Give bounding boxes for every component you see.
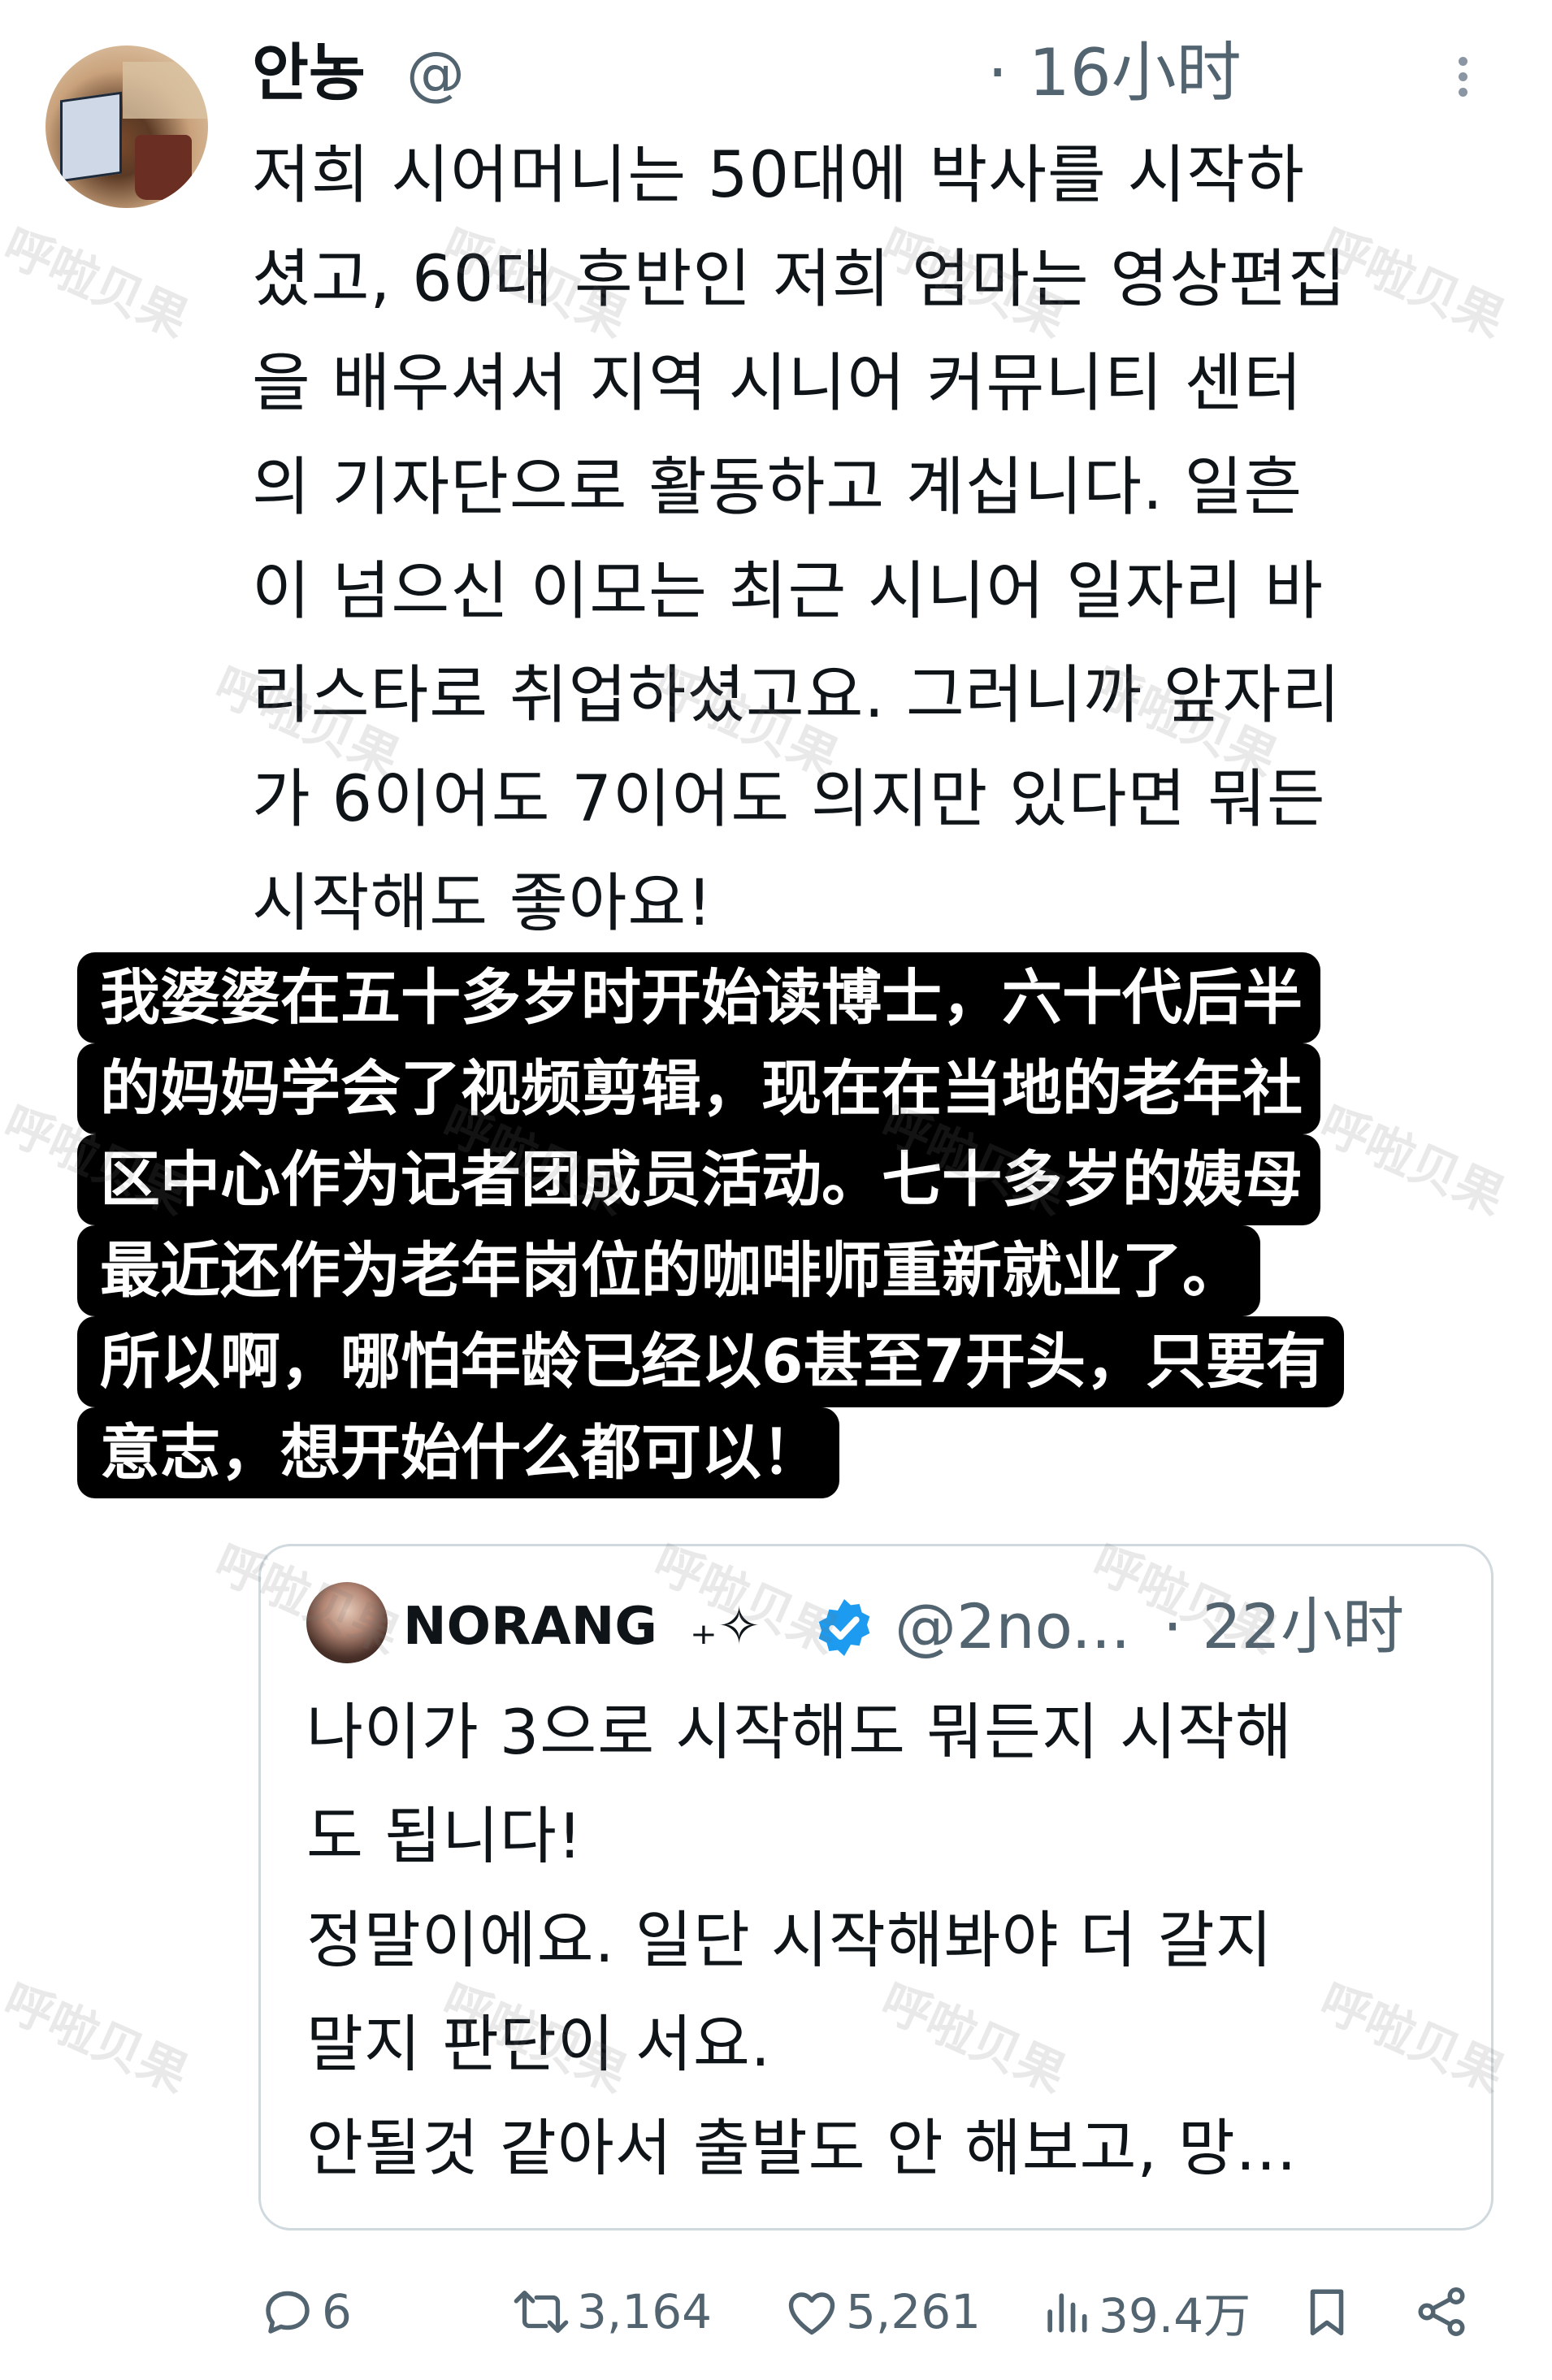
avatar-bg-cup — [135, 135, 192, 200]
bookmark-button[interactable] — [1298, 2267, 1355, 2356]
quoted-tweet[interactable]: NORANG ₊✧ @2no... · 22小时 나이가 3으로 시작해도 뭐든… — [258, 1544, 1493, 2230]
avatar-bg-screen — [60, 91, 122, 183]
caption-line: 最近还作为老年岗位的咖啡师重新就业了。 — [77, 1225, 1260, 1316]
caption-line: 意志，想开始什么都可以！ — [77, 1407, 839, 1498]
retweet-count: 3,164 — [577, 2284, 713, 2339]
bookmark-icon — [1310, 2289, 1344, 2336]
quoted-author-handle: @2no... — [895, 1590, 1131, 1663]
watermark: 呼啦贝果 — [0, 1972, 197, 2105]
retweet-button[interactable]: 3,164 — [510, 2267, 712, 2356]
quoted-tweet-text: 나이가 3으로 시작해도 뭐든지 시작해 도 됩니다! 정말이에요. 일단 시작… — [306, 1696, 1298, 2184]
tweet-text: 저희 시어머니는 50대에 박사를 시작하 셨고, 60대 후반인 저희 엄마는… — [252, 139, 1347, 940]
like-button[interactable]: 5,261 — [783, 2267, 981, 2356]
views-chart-icon — [1047, 2293, 1087, 2333]
views-button[interactable]: 39.4万 — [1038, 2267, 1251, 2356]
more-options-icon[interactable] — [1454, 57, 1471, 106]
verified-badge-icon — [818, 1599, 870, 1656]
quoted-author-name-suffix: ₊✧ — [690, 1597, 761, 1657]
caption-line: 区中心作为记者团成员活动。七十多岁的姨母 — [77, 1134, 1320, 1225]
caption-line: 我婆婆在五十多岁时开始读博士，六十代后半 — [77, 952, 1320, 1043]
avatar-bg-shelf — [123, 62, 208, 119]
author-handle[interactable]: @ — [406, 33, 465, 114]
quoted-author-name: NORANG — [403, 1597, 657, 1657]
share-button[interactable] — [1412, 2267, 1471, 2356]
author-avatar[interactable] — [46, 46, 208, 208]
retweet-icon — [514, 2290, 569, 2334]
author-name[interactable]: 안농 — [252, 33, 366, 114]
views-count: 39.4万 — [1099, 2288, 1251, 2343]
tweet-actions: 6 3,164 5,261 39.4万 — [258, 2267, 1493, 2356]
quoted-tweet-time: · 22小时 — [1163, 1590, 1405, 1663]
reply-icon — [266, 2291, 310, 2334]
tweet-time[interactable]: · 16小时 — [987, 33, 1242, 114]
quoted-author-avatar[interactable] — [306, 1582, 388, 1663]
like-count: 5,261 — [846, 2284, 982, 2339]
reply-count: 6 — [322, 2284, 352, 2339]
tweet-header: 안농 @ · 16小时 — [252, 33, 1519, 114]
caption-line: 的妈妈学会了视频剪辑，现在在当地的老年社 — [77, 1043, 1320, 1134]
translation-caption: 我婆婆在五十多岁时开始读博士，六十代后半 的妈妈学会了视频剪辑，现在在当地的老年… — [77, 952, 1507, 1498]
heart-icon — [788, 2292, 835, 2335]
reply-button[interactable]: 6 — [258, 2267, 352, 2356]
caption-line: 所以啊，哪怕年龄已经以6甚至7开头，只要有 — [77, 1316, 1344, 1407]
share-icon — [1418, 2287, 1465, 2336]
watermark: 呼啦贝果 — [0, 217, 197, 349]
